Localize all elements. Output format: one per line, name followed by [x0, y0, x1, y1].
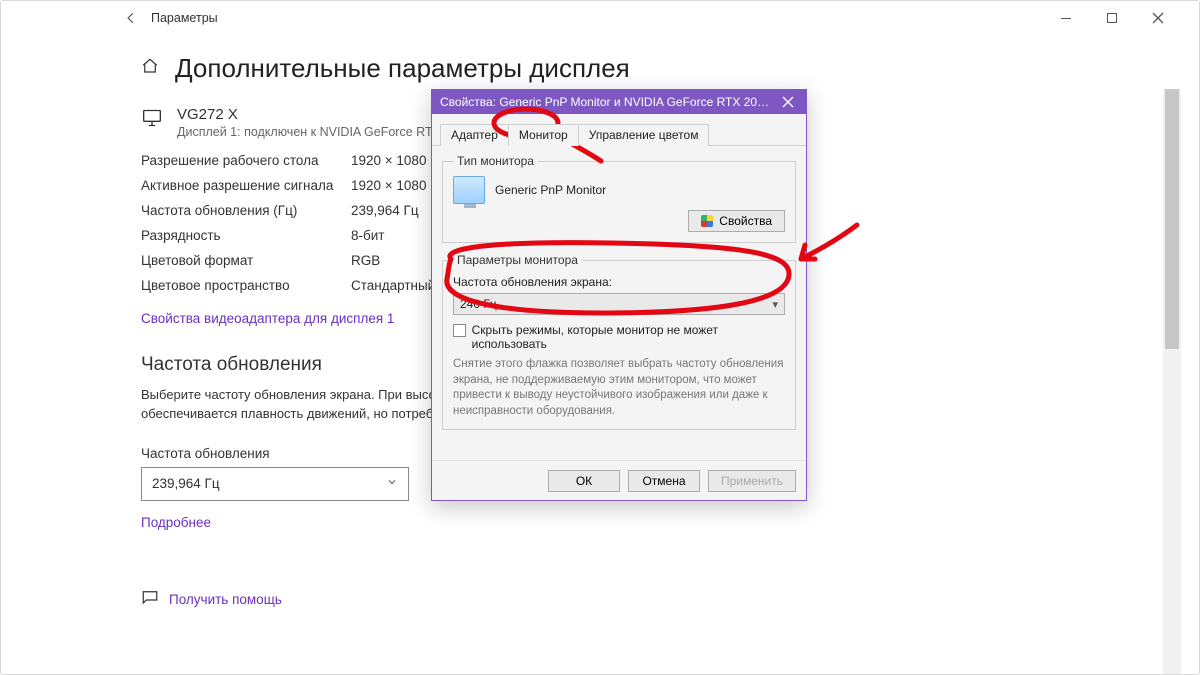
help-icon — [141, 588, 159, 611]
dialog-body: Тип монитора Generic PnP Monitor Свойств… — [432, 146, 806, 460]
info-key: Разрешение рабочего стола — [141, 153, 351, 168]
screen-refresh-value: 240 Гц — [460, 297, 497, 311]
hide-modes-label: Скрыть режимы, которые монитор не может … — [472, 323, 785, 351]
tab-adapter[interactable]: Адаптер — [440, 124, 509, 146]
apply-button-label: Применить — [721, 474, 783, 488]
monitor-icon — [141, 106, 163, 139]
get-help-link[interactable]: Получить помощь — [169, 592, 282, 607]
info-key: Активное разрешение сигнала — [141, 178, 351, 193]
monitor-properties-dialog: Свойства: Generic PnP Monitor и NVIDIA G… — [431, 89, 807, 501]
info-key: Частота обновления (Гц) — [141, 203, 351, 218]
ok-button[interactable]: ОК — [548, 470, 620, 492]
page-title: Дополнительные параметры дисплея — [175, 53, 630, 84]
info-key: Цветовое пространство — [141, 278, 351, 293]
learn-more-link[interactable]: Подробнее — [141, 515, 211, 530]
uac-shield-icon — [701, 215, 713, 227]
monitor-type-group: Тип монитора Generic PnP Monitor Свойств… — [442, 154, 796, 243]
monitor-params-legend: Параметры монитора — [453, 253, 582, 267]
screen-refresh-dropdown[interactable]: 240 Гц ▾ — [453, 293, 785, 315]
monitor-params-group: Параметры монитора Частота обновления эк… — [442, 253, 796, 430]
minimize-button[interactable] — [1043, 1, 1089, 35]
monitor-properties-button[interactable]: Свойства — [688, 210, 785, 232]
ok-button-label: ОК — [576, 474, 592, 488]
settings-titlebar: Параметры — [111, 1, 1181, 35]
scrollbar-thumb[interactable] — [1165, 89, 1179, 349]
close-button[interactable] — [1135, 1, 1181, 35]
cancel-button-label: Отмена — [642, 474, 685, 488]
tab-monitor[interactable]: Монитор — [508, 124, 579, 146]
dialog-title: Свойства: Generic PnP Monitor и NVIDIA G… — [440, 95, 770, 109]
back-button[interactable] — [117, 4, 145, 32]
dialog-footer: ОК Отмена Применить — [432, 460, 806, 500]
screen-refresh-label: Частота обновления экрана: — [453, 275, 785, 289]
tab-color-management[interactable]: Управление цветом — [578, 124, 710, 146]
monitor-properties-button-label: Свойства — [719, 214, 772, 228]
help-row: Получить помощь — [141, 588, 1011, 611]
dialog-titlebar: Свойства: Generic PnP Monitor и NVIDIA G… — [432, 90, 806, 114]
maximize-button[interactable] — [1089, 1, 1135, 35]
info-key: Разрядность — [141, 228, 351, 243]
monitor-type-name: Generic PnP Monitor — [495, 183, 606, 197]
monitor-type-legend: Тип монитора — [453, 154, 538, 168]
scrollbar-track[interactable] — [1163, 89, 1181, 674]
window-controls — [1043, 1, 1181, 35]
hide-modes-checkbox[interactable] — [453, 324, 466, 337]
info-key: Цветовой формат — [141, 253, 351, 268]
home-icon[interactable] — [141, 57, 159, 80]
chevron-down-icon — [386, 476, 398, 491]
dialog-tabstrip: Адаптер Монитор Управление цветом — [432, 114, 806, 146]
cancel-button[interactable]: Отмена — [628, 470, 700, 492]
chevron-down-icon: ▾ — [772, 298, 778, 311]
refresh-rate-dropdown[interactable]: 239,964 Гц — [141, 467, 409, 501]
hide-modes-note: Снятие этого флажка позволяет выбрать ча… — [453, 357, 785, 419]
monitor-device-icon — [453, 176, 485, 204]
apply-button[interactable]: Применить — [708, 470, 796, 492]
adapter-properties-link[interactable]: Свойства видеоадаптера для дисплея 1 — [141, 311, 394, 326]
app-title: Параметры — [151, 11, 218, 25]
dialog-close-button[interactable] — [774, 92, 802, 112]
refresh-rate-value: 239,964 Гц — [152, 476, 220, 491]
